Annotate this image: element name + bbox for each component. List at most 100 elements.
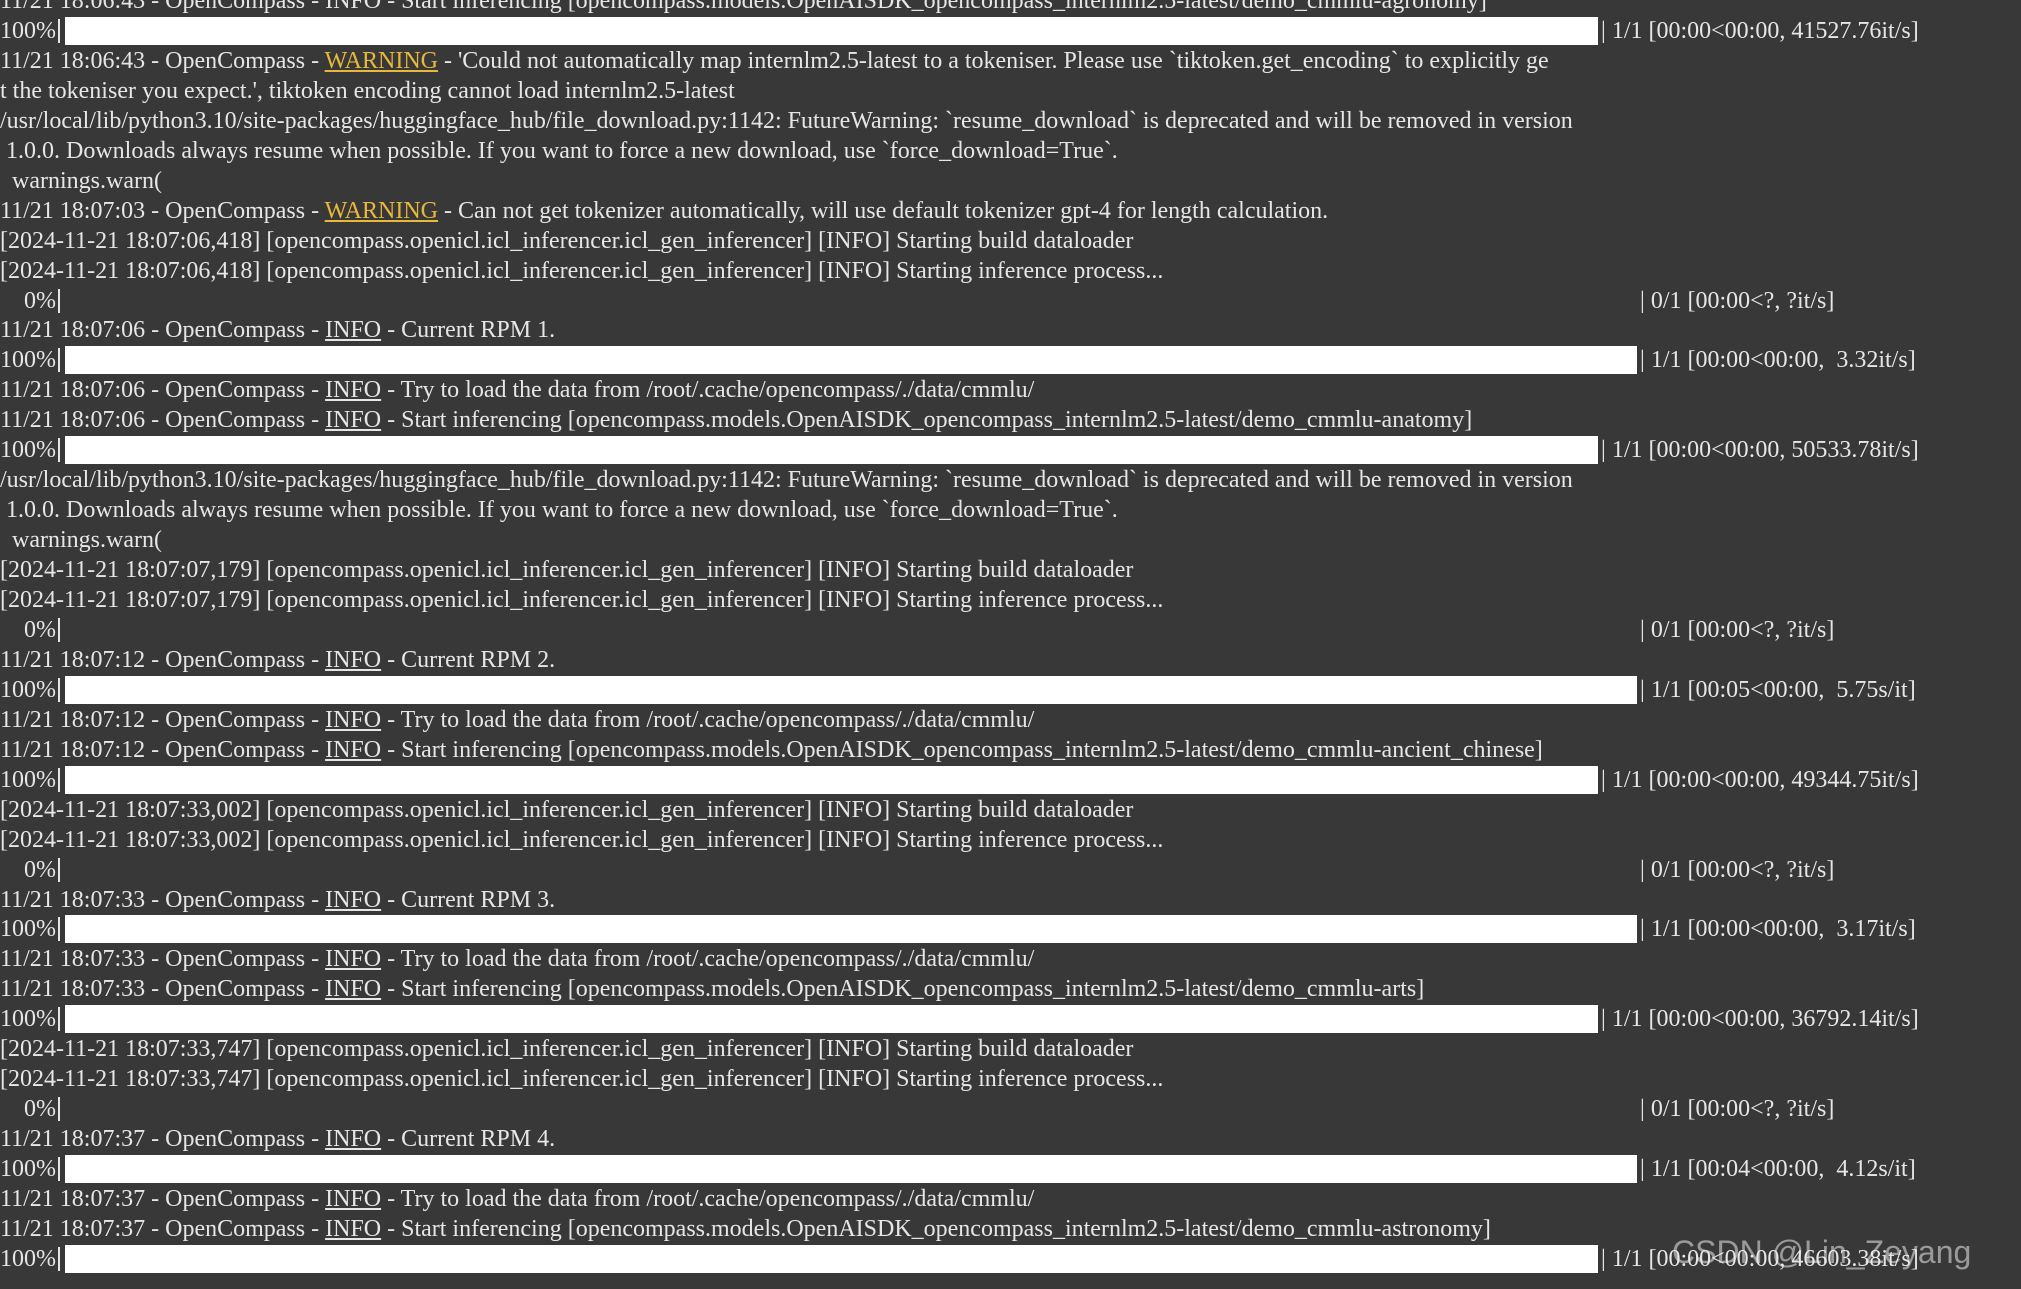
log-message: - 'Could not automatically map internlm2…: [437, 47, 1549, 74]
log-line: 11/21 18:06:43 - OpenCompass - WARNING -…: [0, 46, 2021, 76]
terminal-output[interactable]: 11/21 18:06:43 - OpenCompass - INFO - St…: [0, 0, 2021, 1289]
output-line: t the tokeniser you expect.', tiktoken e…: [0, 76, 2021, 106]
output-line: 1.0.0. Downloads always resume when poss…: [0, 495, 2021, 525]
log-message: - Start inferencing [opencompass.models.…: [381, 407, 1473, 434]
log-line: 11/21 18:07:12 - OpenCompass - INFO - Cu…: [0, 645, 2021, 675]
output-text: /usr/local/lib/python3.10/site-packages/…: [0, 467, 1573, 494]
progress-stats: | 1/1 [00:04<00:00, 4.12s/it]: [1640, 1154, 1916, 1184]
progress-bar-start: [58, 348, 60, 373]
progress-stats-text: 0/1 [00:00<?, ?it/s]: [1650, 856, 1835, 883]
progress-stats-text: 1/1 [00:00<00:00, 41527.76it/s]: [1611, 17, 1919, 44]
log-message: - Start inferencing [opencompass.models.…: [381, 1215, 1491, 1242]
progress-line: 100% | 1/1 [00:00<00:00, 49344.75it/s]: [0, 765, 2021, 795]
progress-bar-fill: [65, 16, 1598, 45]
progress-stats: | 1/1 [00:00<00:00, 41527.76it/s]: [1601, 16, 1919, 46]
progress-line: 100% | 1/1 [00:00<00:00, 3.17it/s]: [0, 914, 2021, 944]
progress-bar-start: [58, 1246, 60, 1271]
progress-line: 100% | 1/1 [00:00<00:00, 41527.76it/s]: [0, 16, 2021, 46]
log-message: - Start inferencing [opencompass.models.…: [381, 976, 1425, 1003]
progress-bar-start: [58, 917, 60, 942]
log-prefix: 11/21 18:07:12 - OpenCompass -: [0, 736, 326, 763]
progress-stats: | 0/1 [00:00<?, ?it/s]: [1640, 615, 1834, 645]
progress-bar-end: |: [1640, 856, 1645, 883]
progress-bar-end: |: [1640, 1156, 1645, 1183]
progress-stats: | 0/1 [00:00<?, ?it/s]: [1640, 286, 1834, 316]
output-line: warnings.warn(: [0, 166, 2021, 196]
log-prefix: 11/21 18:07:37 - OpenCompass -: [0, 1215, 326, 1242]
progress-stats-text: 1/1 [00:00<00:00, 50533.78it/s]: [1611, 437, 1919, 464]
output-text: [2024-11-21 18:07:33,747] [opencompass.o…: [0, 1036, 1134, 1063]
output-line: [2024-11-21 18:07:06,418] [opencompass.o…: [0, 226, 2021, 256]
progress-bar-end: |: [1640, 1096, 1645, 1123]
progress-line: 0% | 0/1 [00:00<?, ?it/s]: [0, 1094, 2021, 1124]
log-level-info: INFO: [325, 1186, 382, 1212]
log-message: - Try to load the data from /root/.cache…: [381, 377, 1035, 404]
log-line: 11/21 18:07:33 - OpenCompass - INFO - St…: [0, 974, 2021, 1004]
progress-percent: 0%: [24, 287, 56, 314]
log-prefix: 11/21 18:07:33 - OpenCompass -: [0, 886, 326, 913]
log-prefix: 11/21 18:07:33 - OpenCompass -: [0, 946, 326, 973]
log-level-info: INFO: [325, 706, 382, 733]
output-text: [2024-11-21 18:07:33,002] [opencompass.o…: [0, 826, 1164, 853]
progress-stats-text: 0/1 [00:00<?, ?it/s]: [1650, 1096, 1835, 1123]
progress-percent: 0%: [24, 856, 56, 883]
log-message: - Current RPM 4.: [381, 1126, 556, 1153]
progress-stats-text: 1/1 [00:04<00:00, 4.12s/it]: [1650, 1156, 1916, 1183]
progress-line: 100% | 1/1 [00:04<00:00, 4.12s/it]: [0, 1154, 2021, 1184]
output-line: [2024-11-21 18:07:33,747] [opencompass.o…: [0, 1034, 2021, 1064]
watermark-text: CSDN @Lin_Zeyang: [1672, 1234, 1972, 1270]
output-line: [2024-11-21 18:07:33,002] [opencompass.o…: [0, 795, 2021, 825]
progress-bar-fill: [65, 436, 1598, 465]
log-line-partial: 11/21 18:06:43 - OpenCompass - INFO - St…: [0, 0, 2021, 16]
progress-bar-start: [58, 677, 60, 702]
log-message: - Try to load the data from /root/.cache…: [381, 706, 1035, 733]
progress-bar-fill: [65, 1155, 1637, 1184]
log-level-info: INFO: [325, 886, 382, 913]
progress-bar-start: [58, 857, 60, 882]
progress-percent: 100%: [0, 1006, 56, 1033]
progress-bar-start: [58, 288, 60, 313]
progress-stats: | 1/1 [00:00<00:00, 3.32it/s]: [1640, 345, 1916, 375]
output-line: [2024-11-21 18:07:33,747] [opencompass.o…: [0, 1064, 2021, 1094]
log-level-info: INFO: [325, 1215, 382, 1242]
output-line: [2024-11-21 18:07:07,179] [opencompass.o…: [0, 585, 2021, 615]
log-line: 11/21 18:07:33 - OpenCompass - INFO - Tr…: [0, 944, 2021, 974]
progress-line: 0% | 0/1 [00:00<?, ?it/s]: [0, 855, 2021, 885]
progress-line: 100% | 1/1 [00:00<00:00, 36792.14it/s]: [0, 1004, 2021, 1034]
output-text: 1.0.0. Downloads always resume when poss…: [0, 497, 1118, 524]
progress-bar-start: [58, 438, 60, 463]
log-prefix: 11/21 18:07:37 - OpenCompass -: [0, 1186, 326, 1212]
log-message: - Current RPM 1.: [381, 317, 556, 344]
log-prefix: 11/21 18:07:06 - OpenCompass -: [0, 377, 326, 404]
progress-bar-end: |: [1640, 287, 1645, 314]
log-level-info: INFO: [325, 1126, 382, 1153]
log-line: 11/21 18:07:12 - OpenCompass - INFO - St…: [0, 735, 2021, 765]
log-prefix: 11/21 18:06:43 - OpenCompass -: [0, 47, 325, 74]
output-text: 11/21 18:06:43 - OpenCompass - INFO - St…: [0, 0, 1487, 14]
progress-percent: 100%: [0, 17, 56, 44]
log-prefix: 11/21 18:07:03 - OpenCompass -: [0, 197, 325, 224]
output-text: [2024-11-21 18:07:33,747] [opencompass.o…: [0, 1066, 1164, 1093]
progress-bar-fill: [65, 675, 1637, 704]
progress-bar-start: [58, 1157, 60, 1182]
progress-bar-end: |: [1601, 766, 1606, 793]
progress-percent: 100%: [0, 916, 56, 943]
progress-stats-text: 1/1 [00:00<00:00, 3.17it/s]: [1650, 916, 1916, 943]
log-level-warning: WARNING: [324, 197, 438, 224]
progress-stats-text: 1/1 [00:00<00:00, 49344.75it/s]: [1611, 766, 1919, 793]
log-line: 11/21 18:07:06 - OpenCompass - INFO - St…: [0, 405, 2021, 435]
progress-bar-start: [58, 1097, 60, 1122]
output-line: warnings.warn(: [0, 525, 2021, 555]
log-message: - Can not get tokenizer automatically, w…: [437, 197, 1329, 224]
progress-stats: | 1/1 [00:05<00:00, 5.75s/it]: [1640, 675, 1916, 705]
log-message: - Current RPM 2.: [381, 646, 556, 673]
progress-stats-text: 1/1 [00:05<00:00, 5.75s/it]: [1650, 676, 1916, 703]
output-line: /usr/local/lib/python3.10/site-packages/…: [0, 465, 2021, 495]
progress-bar-fill: [65, 346, 1637, 375]
progress-percent: 0%: [24, 1096, 56, 1123]
progress-stats-text: 0/1 [00:00<?, ?it/s]: [1650, 616, 1835, 643]
log-prefix: 11/21 18:07:37 - OpenCompass -: [0, 1126, 326, 1153]
output-text: [2024-11-21 18:07:07,179] [opencompass.o…: [0, 587, 1164, 613]
output-text: /usr/local/lib/python3.10/site-packages/…: [0, 107, 1573, 134]
progress-percent: 100%: [0, 1245, 56, 1272]
